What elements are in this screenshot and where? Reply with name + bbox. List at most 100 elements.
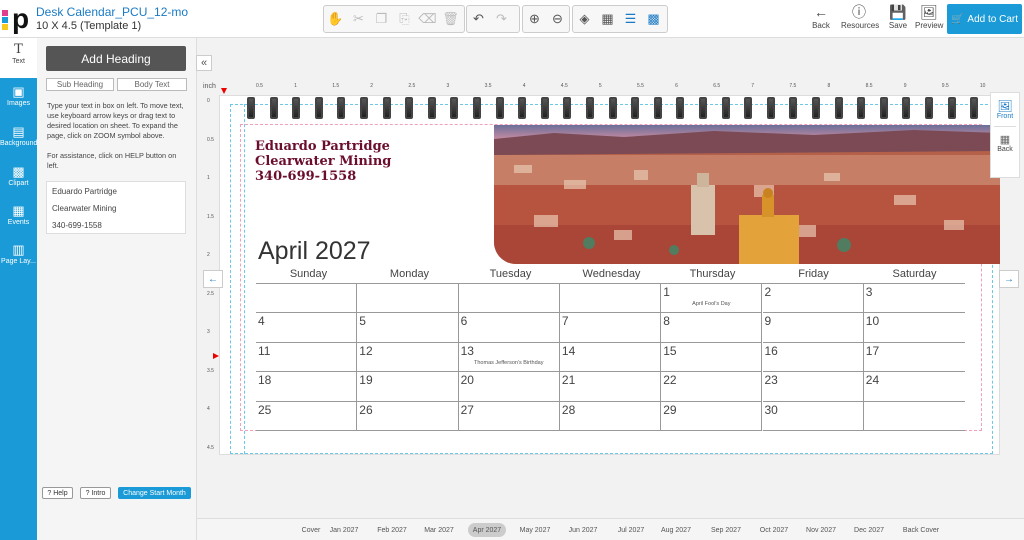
change-start-month-button[interactable]: Change Start Month	[118, 487, 191, 499]
redo-icon[interactable]: ↷	[490, 6, 513, 32]
rail-item-clipart[interactable]: ▩ Clipart	[0, 160, 37, 200]
month-tab[interactable]: Aug 2027	[657, 523, 695, 537]
save-button[interactable]: 💾 Save	[887, 5, 909, 30]
day-cell[interactable]: 16	[762, 342, 864, 373]
month-tab[interactable]: Apr 2027	[468, 523, 506, 537]
day-cell[interactable]: 30	[762, 401, 864, 431]
month-tab[interactable]: Nov 2027	[802, 523, 840, 537]
day-cell[interactable]: 27	[458, 401, 560, 431]
day-cell[interactable]: 4	[256, 313, 358, 343]
body-text-button[interactable]: Body Text	[117, 78, 187, 91]
intro-button[interactable]: ? Intro	[80, 487, 111, 499]
add-to-cart-button[interactable]: 🛒 Add to Cart	[947, 4, 1022, 34]
day-cell[interactable]: 12	[357, 342, 459, 373]
month-tab[interactable]: Jul 2027	[612, 523, 650, 537]
front-tab[interactable]: Front	[991, 113, 1019, 120]
copy-icon[interactable]: ❐	[370, 6, 393, 32]
day-cell[interactable]: 6	[458, 313, 560, 343]
text-line[interactable]: Clearwater Mining	[52, 204, 180, 221]
day-cell[interactable]: 26	[357, 401, 459, 431]
day-cell[interactable]: 5	[357, 313, 459, 343]
month-title[interactable]: April 2027	[258, 237, 371, 266]
day-cell[interactable]: 10	[863, 313, 966, 343]
help-button[interactable]: ? Help	[42, 487, 73, 499]
app-logo[interactable]: p	[2, 4, 30, 34]
month-tab[interactable]: Mar 2027	[420, 523, 458, 537]
day-cell[interactable]: 13 Thomas Jefferson's Birthday	[458, 342, 560, 373]
day-cell[interactable]: 7	[559, 313, 662, 343]
collapse-panel-button[interactable]: «	[196, 55, 212, 71]
day-cell[interactable]: 29	[661, 401, 763, 431]
day-cell[interactable]: 3	[863, 284, 966, 314]
back-button[interactable]: ← Back	[810, 5, 832, 30]
align-icon[interactable]: ☰	[619, 6, 642, 32]
add-heading-button[interactable]: Add Heading	[46, 46, 186, 71]
day-cell[interactable]: 24	[863, 372, 966, 402]
delete-icon[interactable]: 🗑	[439, 6, 462, 32]
next-page-button[interactable]: →	[999, 270, 1019, 288]
back-grid-icon[interactable]: ▦	[994, 126, 1016, 146]
day-cell[interactable]: 28	[559, 401, 662, 431]
day-cell[interactable]: 2	[762, 284, 864, 314]
month-tab[interactable]: Jun 2027	[564, 523, 602, 537]
paste-icon[interactable]: ⎘	[393, 6, 416, 32]
rail-item-page-layout[interactable]: ▥ Page Lay...	[0, 238, 37, 278]
day-cell[interactable]: 14	[559, 342, 662, 373]
day-cell[interactable]	[256, 284, 358, 314]
cut-icon[interactable]: ✂	[347, 6, 370, 32]
layers-icon[interactable]: ◈	[573, 6, 596, 32]
month-tab[interactable]: Oct 2027	[755, 523, 793, 537]
day-cell[interactable]: 11	[256, 342, 358, 373]
resources-button[interactable]: ⓘ Resources	[841, 5, 879, 30]
calendar-photo[interactable]	[494, 125, 1000, 264]
company-phone-line[interactable]: 340-699-1558	[255, 169, 391, 184]
back-tab[interactable]: Back	[991, 146, 1019, 153]
day-cell[interactable]: 17	[863, 343, 966, 373]
rail-item-background[interactable]: ▤ Background	[0, 120, 37, 160]
clear-icon[interactable]: ⌫	[416, 6, 439, 32]
day-cell[interactable]: 21	[559, 372, 662, 402]
day-cell[interactable]	[559, 284, 662, 314]
day-cell[interactable]: 25	[256, 401, 358, 431]
month-tab[interactable]: May 2027	[516, 523, 554, 537]
rail-item-images[interactable]: ▣ Images	[0, 80, 37, 120]
month-navigation-bar: Cover Jan 2027 Feb 2027 Mar 2027 Apr 2027 May…	[197, 518, 1024, 540]
prev-page-button[interactable]: ←	[203, 270, 223, 288]
rail-item-events[interactable]: ▦ Events	[0, 199, 37, 239]
front-image-icon[interactable]: 🖼	[991, 99, 1019, 113]
guides-icon[interactable]: ▩	[642, 6, 665, 32]
day-cell[interactable]	[863, 402, 966, 431]
zoom-in-icon[interactable]: ⊕	[523, 6, 546, 32]
grid-icon[interactable]: ▦	[596, 6, 619, 32]
month-tab[interactable]: Feb 2027	[373, 523, 411, 537]
rail-item-text[interactable]: T Text	[0, 38, 37, 78]
company-line-2[interactable]: Clearwater Mining	[255, 154, 391, 169]
day-cell[interactable]: 22	[661, 372, 763, 402]
month-tab[interactable]: Sep 2027	[707, 523, 745, 537]
month-tab[interactable]: Dec 2027	[850, 523, 888, 537]
sub-heading-button[interactable]: Sub Heading	[46, 78, 114, 91]
preview-button[interactable]: 🖼 Preview	[915, 5, 943, 30]
hand-icon[interactable]: ✋	[324, 6, 347, 32]
text-lines-box[interactable]: Eduardo Partridge Clearwater Mining 340-…	[46, 181, 186, 234]
day-cell[interactable]: 9	[762, 313, 864, 343]
day-cell[interactable]: 23	[762, 372, 864, 402]
day-cell[interactable]: 1 April Fool's Day	[661, 284, 763, 314]
spiral-ring	[337, 97, 346, 119]
undo-icon[interactable]: ↶	[467, 6, 490, 32]
text-line[interactable]: Eduardo Partridge	[52, 187, 180, 204]
ruler-tick-label: 4.5	[207, 444, 214, 451]
day-cell[interactable]: 19	[357, 372, 459, 402]
day-cell[interactable]: 18	[256, 372, 358, 402]
day-cell[interactable]	[458, 284, 560, 314]
day-cell[interactable]: 20	[458, 372, 560, 402]
day-cell[interactable]: 8	[661, 313, 763, 343]
day-cell[interactable]: 15	[661, 342, 763, 373]
text-line[interactable]: 340-699-1558	[52, 221, 180, 238]
zoom-out-icon[interactable]: ⊖	[546, 6, 569, 32]
company-address-block[interactable]: Eduardo Partridge Clearwater Mining 340-…	[255, 139, 391, 184]
month-tab[interactable]: Jan 2027	[325, 523, 363, 537]
month-tab[interactable]: Back Cover	[899, 523, 943, 537]
day-cell[interactable]	[357, 284, 459, 314]
company-name-line[interactable]: Eduardo Partridge	[255, 139, 391, 154]
